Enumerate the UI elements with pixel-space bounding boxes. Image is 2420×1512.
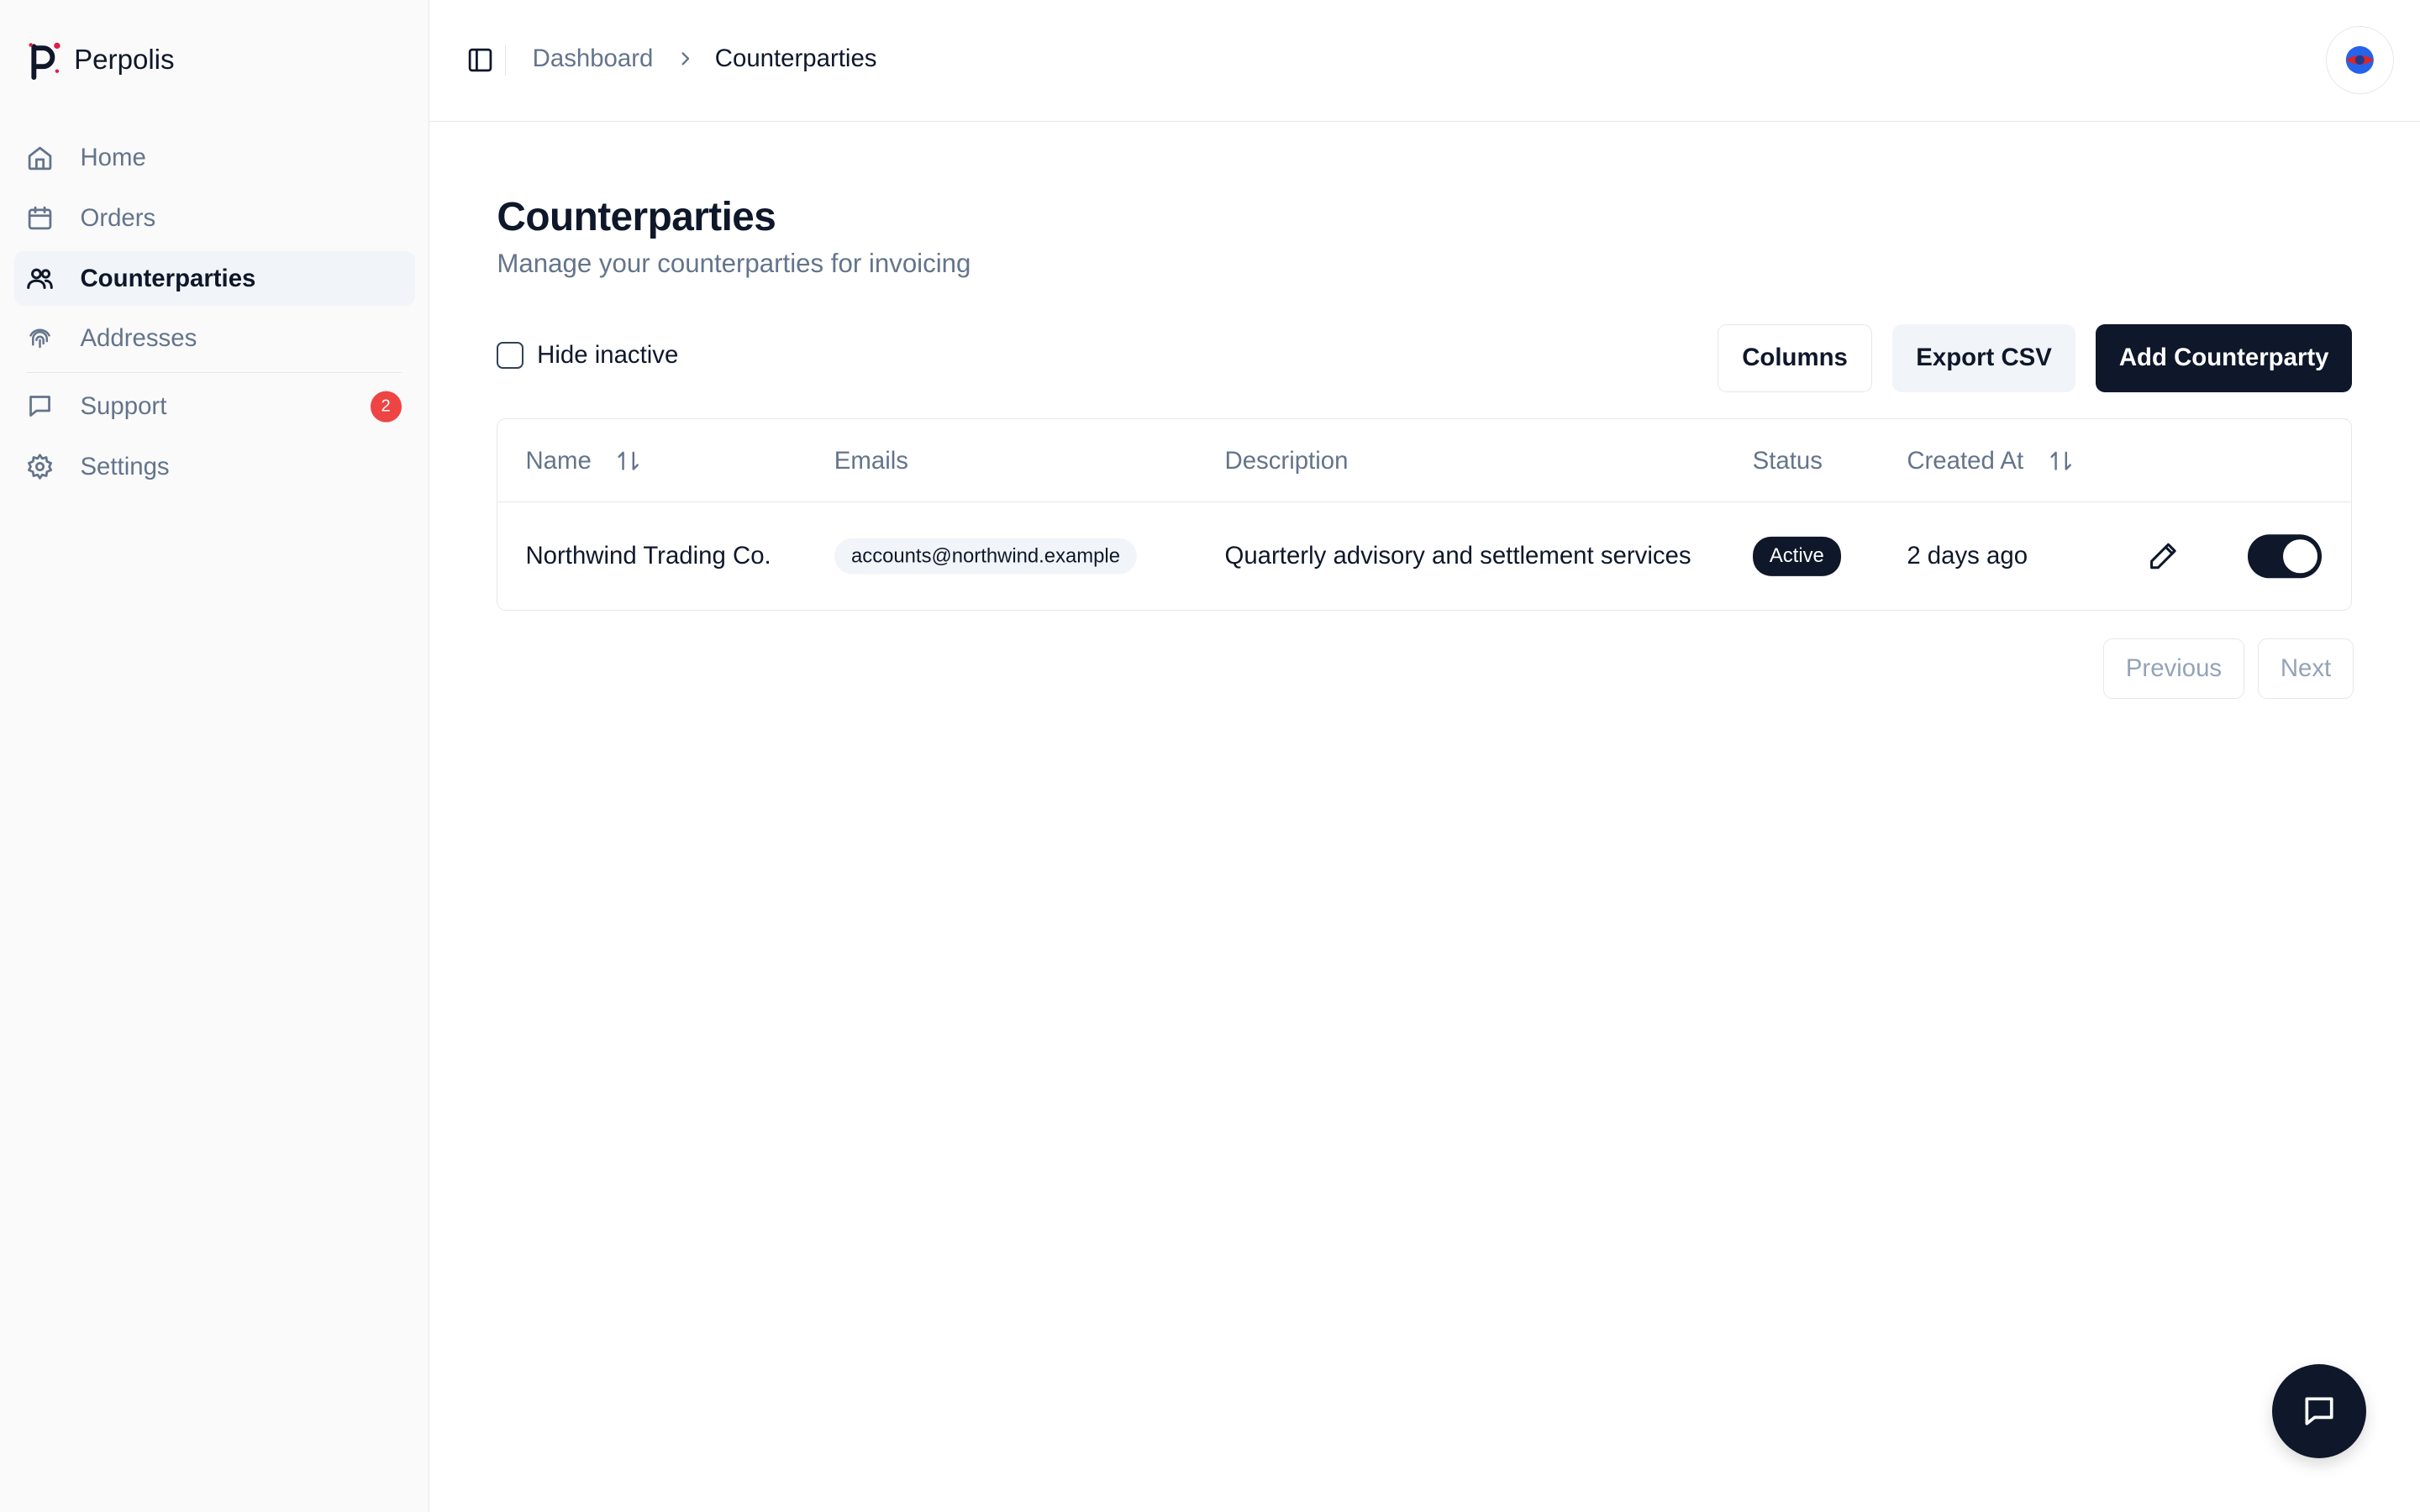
hide-inactive-checkbox[interactable] [497, 342, 523, 369]
page-title: Counterparties [497, 195, 776, 240]
sidebar-item-label: Settings [80, 452, 170, 480]
calendar-icon [26, 204, 54, 232]
next-page-button[interactable]: Next [2258, 638, 2354, 700]
sidebar-item-counterparties[interactable]: Counterparties [13, 251, 416, 306]
column-label: Emails [834, 446, 908, 475]
add-counterparty-button[interactable]: Add Counterparty [2096, 323, 2353, 392]
sidebar-item-home[interactable]: Home [14, 131, 416, 185]
sort-icon[interactable] [616, 449, 640, 473]
table-row: Northwind Trading Co. accounts@northwind… [497, 502, 2351, 611]
cell-emails: accounts@northwind.example [834, 538, 1138, 575]
sidebar-item-orders[interactable]: Orders [14, 192, 416, 245]
support-count-badge: 2 [370, 391, 402, 423]
sidebar-item-label: Orders [80, 203, 156, 232]
sidebar-item-label: Support [80, 391, 167, 420]
counterparties-table: Name Emails Description Status Created A… [497, 417, 2353, 612]
brand-name: Perpolis [74, 44, 175, 76]
brand[interactable]: Perpolis [28, 40, 175, 81]
sidebar-item-label: Addresses [80, 324, 197, 353]
header-divider [504, 45, 507, 76]
cell-created-at: 2 days ago [1907, 542, 2028, 570]
home-icon [26, 144, 54, 172]
cell-name: Northwind Trading Co. [525, 542, 771, 570]
chat-bubble-icon [2305, 1397, 2333, 1425]
hide-inactive-filter[interactable]: Hide inactive [497, 341, 678, 370]
gear-icon [26, 453, 54, 480]
column-header-created-at[interactable]: Created At [1907, 447, 2073, 475]
fingerprint-icon [26, 325, 54, 353]
column-label: Name [525, 446, 592, 475]
edit-pencil-icon[interactable] [2148, 541, 2179, 572]
email-chip: accounts@northwind.example [834, 538, 1138, 575]
toggle-switch[interactable] [2248, 534, 2323, 578]
sidebar-nav: Home Orders Counterparties Addresses Sup… [13, 131, 416, 500]
sidebar: Perpolis Home Orders Counterparties Addr… [0, 0, 429, 1512]
main-content: Dashboard Counterparties Counterparties … [429, 0, 2420, 1512]
columns-button[interactable]: Columns [1718, 323, 1872, 392]
active-toggle[interactable] [2248, 534, 2323, 578]
export-csv-button[interactable]: Export CSV [1891, 323, 2076, 392]
sidebar-toggle-icon[interactable] [466, 46, 494, 74]
status-badge: Active [1752, 537, 1842, 576]
toggle-knob [2283, 538, 2317, 574]
chevron-right-icon [675, 48, 697, 70]
user-avatar-button[interactable] [2325, 26, 2394, 95]
sidebar-item-label: Home [80, 144, 146, 172]
column-header-emails: Emails [834, 447, 908, 475]
sidebar-item-addresses[interactable]: Addresses [14, 312, 416, 365]
breadcrumb: Dashboard Counterparties [533, 45, 877, 73]
message-icon [26, 392, 54, 420]
top-bar: Dashboard Counterparties [429, 0, 2420, 123]
breadcrumb-dashboard-link[interactable]: Dashboard [533, 45, 654, 73]
hide-inactive-label: Hide inactive [537, 340, 679, 369]
sort-icon[interactable] [2049, 449, 2073, 473]
column-header-name[interactable]: Name [525, 447, 640, 475]
column-label: Description [1224, 446, 1349, 475]
column-label: Status [1752, 446, 1823, 475]
cell-description: Quarterly advisory and settlement servic… [1224, 542, 1691, 570]
previous-page-button[interactable]: Previous [2103, 638, 2244, 700]
column-header-description: Description [1224, 447, 1348, 475]
chat-button[interactable] [2271, 1363, 2366, 1458]
column-label: Created At [1907, 446, 2024, 475]
sidebar-item-settings[interactable]: Settings [14, 439, 416, 493]
sidebar-item-support[interactable]: Support 2 [14, 380, 416, 433]
sidebar-item-label: Counterparties [80, 264, 256, 292]
column-header-status: Status [1753, 447, 1823, 475]
perpolis-logo-icon [28, 40, 61, 81]
breadcrumb-current: Counterparties [714, 45, 877, 73]
cell-status: Active [1752, 537, 1842, 576]
avatar [2345, 46, 2374, 75]
page-subtitle: Manage your counterparties for invoicing [497, 248, 971, 278]
sidebar-divider [26, 371, 402, 374]
users-icon [26, 265, 54, 292]
table-header: Name Emails Description Status Created A… [497, 419, 2352, 502]
